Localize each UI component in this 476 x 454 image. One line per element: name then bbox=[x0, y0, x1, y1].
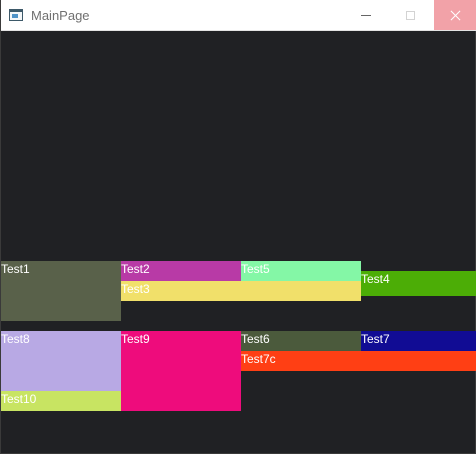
tile-label: Test7c bbox=[241, 352, 276, 366]
minimize-icon bbox=[361, 15, 371, 16]
close-icon bbox=[450, 10, 461, 21]
tile-label: Test9 bbox=[121, 332, 150, 346]
tile-test4: Test4 bbox=[361, 271, 476, 296]
tile-test7c: Test7c bbox=[241, 351, 476, 371]
tile-test8: Test8 bbox=[1, 331, 121, 391]
tile-label: Test1 bbox=[1, 262, 30, 276]
tile-label: Test4 bbox=[361, 272, 390, 286]
tile-test9: Test9 bbox=[121, 331, 241, 411]
maximize-button[interactable] bbox=[388, 0, 433, 30]
tile-test6: Test6 bbox=[241, 331, 361, 351]
maximize-icon bbox=[406, 11, 415, 20]
tile-test3: Test3 bbox=[121, 281, 361, 301]
tile-test10: Test10 bbox=[1, 391, 121, 411]
tile-test5: Test5 bbox=[241, 261, 361, 281]
tile-label: Test2 bbox=[121, 262, 150, 276]
main-window: MainPage Test1 Test2 Test3 Test4 Test5 T… bbox=[0, 0, 476, 454]
tile-label: Test7 bbox=[361, 332, 390, 346]
tile-label: Test5 bbox=[241, 262, 270, 276]
title-bar[interactable]: MainPage bbox=[1, 0, 476, 31]
tile-label: Test6 bbox=[241, 332, 270, 346]
tile-test1: Test1 bbox=[1, 261, 121, 321]
tile-test7: Test7 bbox=[361, 331, 476, 351]
tile-label: Test3 bbox=[121, 282, 150, 296]
minimize-button[interactable] bbox=[344, 0, 389, 30]
app-window-icon bbox=[9, 9, 23, 21]
window-title: MainPage bbox=[31, 8, 90, 23]
tile-label: Test8 bbox=[1, 332, 30, 346]
tile-test2: Test2 bbox=[121, 261, 241, 281]
close-button[interactable] bbox=[434, 0, 476, 30]
tile-label: Test10 bbox=[1, 392, 37, 406]
